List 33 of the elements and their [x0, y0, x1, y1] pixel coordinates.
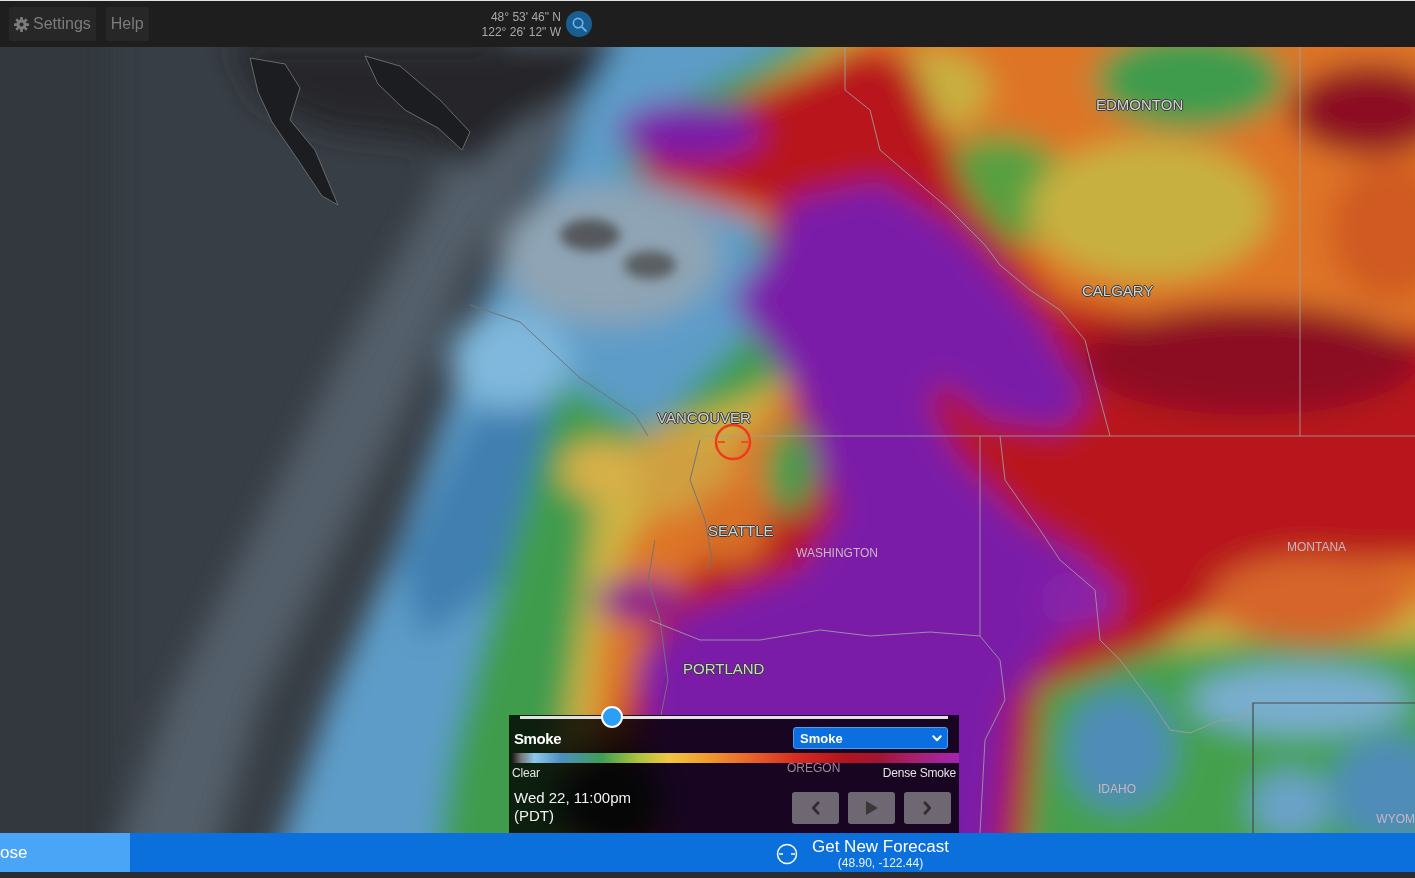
- city-label: SEATTLE: [708, 523, 774, 538]
- city-label: VANCOUVER: [657, 410, 751, 425]
- chevron-down-icon: [932, 734, 942, 742]
- next-button[interactable]: [904, 792, 951, 824]
- longitude-text: 122° 26' 12" W: [481, 25, 561, 40]
- play-icon: [865, 801, 878, 815]
- crosshair-icon: [714, 423, 752, 461]
- chevron-right-icon: [923, 801, 932, 815]
- latitude-text: 48° 53' 46" N: [490, 10, 561, 25]
- search-icon: [571, 16, 587, 32]
- region-label: OREGON: [787, 762, 841, 774]
- layer-dropdown[interactable]: Smoke: [793, 727, 948, 749]
- region-label: WYOM: [1376, 813, 1415, 825]
- city-label: PORTLAND: [683, 661, 765, 676]
- region-label: MONTANA: [1287, 541, 1347, 553]
- crosshair-icon: [776, 842, 798, 865]
- legend-max-label: Dense Smoke: [882, 766, 956, 780]
- previous-button[interactable]: [792, 792, 839, 824]
- close-button[interactable]: ose: [0, 833, 130, 872]
- help-button[interactable]: Help: [105, 7, 149, 41]
- city-label: CALGARY: [1082, 283, 1154, 298]
- get-forecast-button[interactable]: Get New Forecast (48.90, -122.44): [130, 833, 1415, 872]
- forecast-coordinates: (48.90, -122.44): [837, 856, 924, 870]
- slider-thumb[interactable]: [601, 706, 623, 728]
- gear-icon: [14, 16, 29, 32]
- layer-title: Smoke: [514, 729, 562, 747]
- chevron-left-icon: [811, 801, 820, 815]
- forecast-time-text: Wed 22, 11:00pm (PDT): [514, 789, 633, 825]
- settings-button[interactable]: Settings: [9, 7, 96, 41]
- region-label: IDAHO: [1098, 783, 1136, 795]
- region-label: WASHINGTON: [796, 547, 878, 559]
- legend-min-label: Clear: [512, 766, 540, 780]
- search-button[interactable]: [566, 11, 592, 37]
